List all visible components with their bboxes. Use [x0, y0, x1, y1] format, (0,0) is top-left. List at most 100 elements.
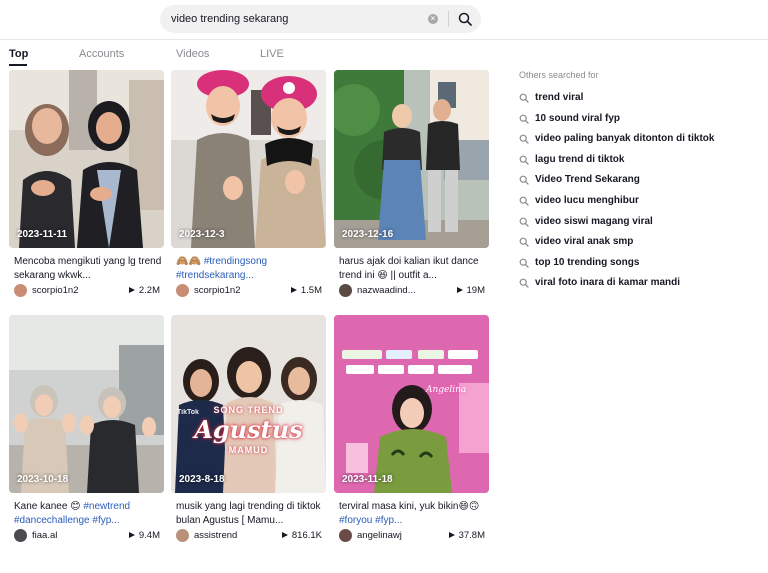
view-count: 37.8M	[448, 530, 485, 541]
caption-text: 🙈🙈	[176, 256, 204, 267]
avatar[interactable]	[339, 284, 352, 297]
avatar[interactable]	[176, 529, 189, 542]
video-date: 2023-10-18	[17, 474, 69, 485]
suggestion-item[interactable]: video viral anak smp	[519, 235, 759, 256]
others-searched-panel: Others searched for trend viral 10 sound …	[519, 70, 759, 297]
play-icon	[456, 287, 463, 293]
suggestion-label: video siswi magang viral	[535, 215, 653, 227]
active-tab-indicator	[9, 64, 27, 66]
suggestion-label: video viral anak smp	[535, 236, 634, 248]
overlay-artist: MAMUD	[228, 445, 269, 455]
video-date: 2023-8-18	[179, 474, 225, 485]
video-caption[interactable]: 🙈🙈 #trendingsong #trendsekarang...	[176, 255, 326, 283]
play-icon	[448, 532, 455, 538]
search-button[interactable]	[449, 5, 481, 33]
search-icon	[519, 93, 529, 103]
suggestion-label: lagu trend di tiktok	[535, 153, 625, 165]
overlay-song-trend: SONG TREND	[213, 405, 284, 415]
suggestion-item[interactable]: video paling banyak ditonton di tiktok	[519, 132, 759, 153]
play-icon	[128, 532, 135, 538]
suggestion-item[interactable]: top 10 trending songs	[519, 256, 759, 277]
username[interactable]: angelinawj	[357, 530, 442, 541]
suggestion-label: top 10 trending songs	[535, 256, 640, 268]
suggestion-label: viral foto inara di kamar mandi	[535, 277, 681, 289]
video-meta: scorpio1n2 2.2M	[14, 284, 164, 298]
play-icon	[290, 287, 297, 293]
avatar[interactable]	[14, 529, 27, 542]
view-count: 19M	[456, 285, 485, 296]
play-icon	[128, 287, 135, 293]
video-caption[interactable]: harus ajak doi kalian ikut dance trend i…	[339, 255, 489, 283]
suggestion-label: Video Trend Sekarang	[535, 174, 640, 186]
suggestion-label: trend viral	[535, 92, 584, 103]
search-icon	[519, 278, 529, 288]
caption-text: terviral masa kini, yuk bikin😄🙃	[339, 501, 480, 512]
suggestion-item[interactable]: video lucu menghibur	[519, 194, 759, 215]
video-thumbnail[interactable]: 2023-12-16	[334, 70, 489, 248]
video-date: 2023-12-16	[342, 229, 394, 240]
tab-videos[interactable]: Videos	[176, 48, 209, 60]
search-icon	[519, 155, 529, 165]
username[interactable]: nazwaadind...	[357, 285, 442, 296]
username[interactable]: scorpio1n2	[32, 285, 117, 296]
video-date: 2023-11-18	[342, 474, 393, 485]
video-meta: scorpio1n2 1.5M	[176, 284, 326, 298]
suggestion-item[interactable]: viral foto inara di kamar mandi	[519, 276, 759, 297]
search-icon	[519, 196, 529, 206]
search-bar[interactable]: ×	[160, 5, 481, 33]
suggestion-item[interactable]: Video Trend Sekarang	[519, 173, 759, 194]
video-meta: angelinawj 37.8M	[339, 529, 489, 543]
avatar[interactable]	[339, 529, 352, 542]
search-icon	[519, 175, 529, 186]
suggestion-item[interactable]: 10 sound viral fyp	[519, 112, 759, 133]
username[interactable]: scorpio1n2	[194, 285, 279, 296]
search-icon	[519, 258, 529, 268]
avatar[interactable]	[176, 284, 189, 297]
search-icon	[519, 114, 529, 124]
video-meta: nazwaadind... 19M	[339, 284, 489, 298]
view-count: 9.4M	[128, 530, 160, 541]
caption-text: Mencoba mengikuti yang lg trend sekarang…	[14, 256, 162, 281]
search-input[interactable]	[171, 13, 426, 25]
others-searched-title: Others searched for	[519, 70, 599, 80]
video-thumbnail[interactable]: TikTok SONG TREND Agustus MAMUD 2023-8-1…	[171, 315, 326, 493]
tab-top[interactable]: Top	[9, 48, 28, 60]
username[interactable]: fiaa.al	[32, 530, 117, 541]
suggestion-label: video paling banyak ditonton di tiktok	[535, 133, 715, 145]
clear-icon[interactable]: ×	[428, 14, 438, 24]
caption-text: Kane kanee 😊	[14, 501, 84, 512]
video-meta: fiaa.al 9.4M	[14, 529, 164, 543]
suggestion-label: 10 sound viral fyp	[535, 112, 621, 124]
caption-hashtags[interactable]: #foryou #fyp...	[339, 515, 402, 526]
view-count: 1.5M	[290, 285, 322, 296]
view-count: 2.2M	[128, 285, 160, 296]
video-caption[interactable]: musik yang lagi trending di tiktok bulan…	[176, 500, 326, 528]
view-count: 816.1K	[281, 530, 322, 541]
suggestion-item[interactable]: trend viral	[519, 91, 759, 112]
tab-accounts[interactable]: Accounts	[79, 48, 124, 60]
search-icon	[458, 12, 472, 26]
video-caption[interactable]: Kane kanee 😊 #newtrend #dancechallenge #…	[14, 500, 164, 528]
video-date: 2023-12-3	[179, 229, 225, 240]
play-icon	[281, 532, 288, 538]
suggestion-list: trend viral 10 sound viral fyp video palin…	[519, 91, 759, 297]
video-thumbnail[interactable]: 2023-11-11	[9, 70, 164, 248]
search-icon	[519, 217, 529, 227]
search-icon	[519, 237, 529, 247]
header: ×	[0, 0, 768, 40]
video-date: 2023-11-11	[17, 229, 68, 240]
video-thumbnail[interactable]: Angelina 2023-11-18	[334, 315, 489, 493]
video-thumbnail[interactable]: 2023-12-3	[171, 70, 326, 248]
avatar[interactable]	[14, 284, 27, 297]
caption-text: musik yang lagi trending di tiktok bulan…	[176, 501, 321, 526]
video-caption[interactable]: terviral masa kini, yuk bikin😄🙃 #foryou …	[339, 500, 489, 528]
tab-live[interactable]: LIVE	[260, 48, 284, 60]
suggestion-item[interactable]: lagu trend di tiktok	[519, 153, 759, 174]
username[interactable]: assistrend	[194, 530, 279, 541]
caption-text: harus ajak doi kalian ikut dance trend i…	[339, 256, 479, 281]
neon-sign: Angelina	[426, 385, 467, 395]
video-caption[interactable]: Mencoba mengikuti yang lg trend sekarang…	[14, 255, 164, 283]
suggestion-item[interactable]: video siswi magang viral	[519, 215, 759, 236]
video-thumbnail[interactable]: 2023-10-18	[9, 315, 164, 493]
overlay-title: Agustus	[194, 415, 303, 444]
